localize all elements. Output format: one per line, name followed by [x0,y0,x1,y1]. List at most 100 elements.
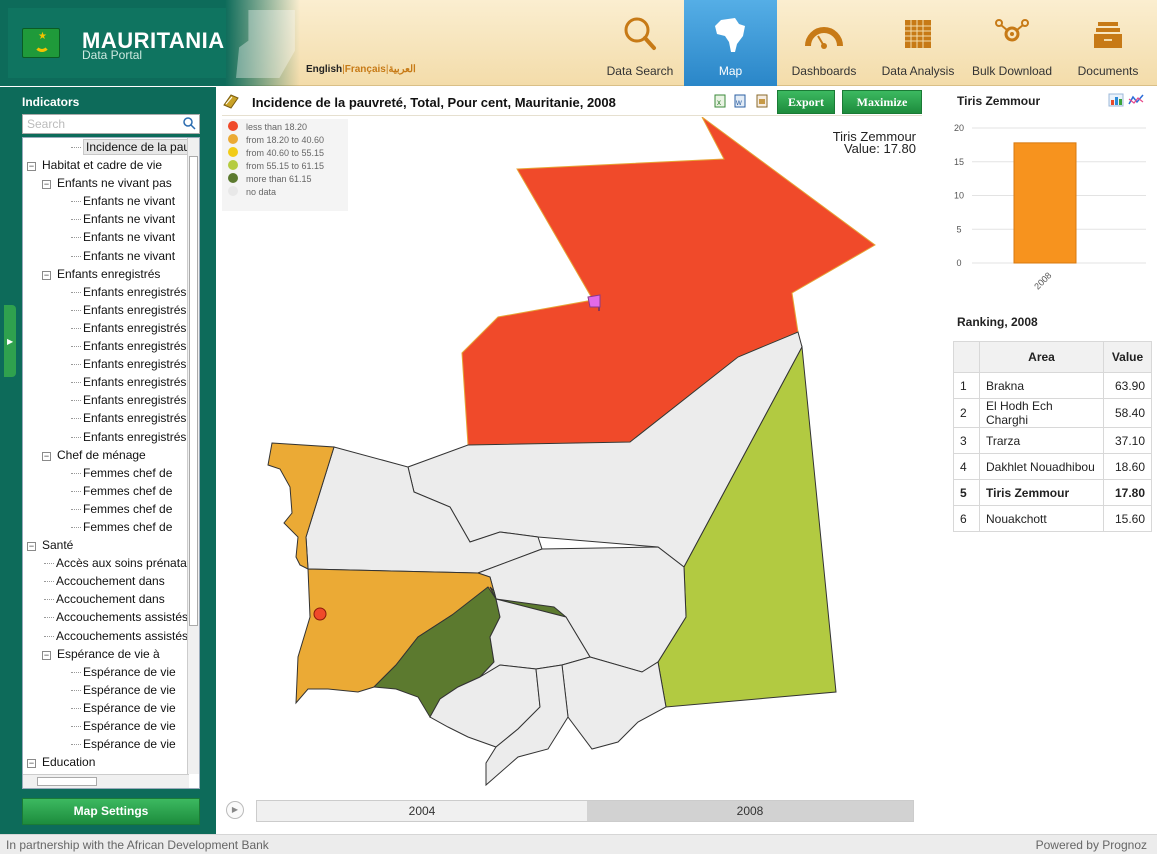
tree-item[interactable]: Accès aux soins prénatals [23,554,189,572]
ranking-row[interactable]: 6 Nouakchott 15.60 [953,505,1152,532]
ranking-row[interactable]: 3 Trarza 37.10 [953,427,1152,454]
column-header-value[interactable]: Value [1103,341,1152,373]
nav-bulk-download[interactable]: Bulk Download [965,0,1059,86]
tree-item[interactable]: − Enfants enregistrés [23,265,189,283]
play-button[interactable]: ▶ [226,801,244,819]
tree-item[interactable]: Accouchement dans [23,590,189,608]
legend-item[interactable]: from 18.20 to 40.60 [228,134,342,147]
ranking-row[interactable]: 2 El Hodh Ech Charghi 58.40 [953,398,1152,428]
tree-item[interactable]: − Espérance de vie à [23,645,189,663]
nav-documents[interactable]: Documents [1059,0,1157,86]
lang-english[interactable]: English [306,64,342,75]
tree-item-label: Incidence de la pauvreté [83,139,189,155]
search-icon[interactable] [182,116,196,130]
legend-item[interactable]: more than 61.15 [228,173,342,186]
tree-item[interactable]: Femmes chef de [23,500,189,518]
collapse-toggle-icon[interactable]: − [27,759,36,769]
tree-vertical-scrollbar[interactable] [187,138,199,774]
collapse-toggle-icon[interactable]: − [42,180,51,190]
map-canvas: less than 18.20 from 18.20 to 40.60 from 4… [218,117,922,793]
indicators-title: Indicators [22,95,80,109]
ranking-row[interactable]: 1 Brakna 63.90 [953,372,1152,399]
collapse-toggle-icon[interactable]: − [27,162,36,172]
map-settings-button[interactable]: Map Settings [22,798,200,825]
timeline-year-2008[interactable]: 2008 [587,801,913,821]
scrollbar-thumb[interactable] [37,777,97,786]
tree-item[interactable]: Femmes chef de [23,518,189,536]
sidebar-collapse-handle[interactable]: ▶ [4,305,16,377]
tree-item[interactable]: Enfants enregistrés [23,428,189,446]
tree-item[interactable]: Espérance de vie [23,717,189,735]
legend-item[interactable]: no data [228,186,342,199]
tree-item[interactable]: Enfants enregistrés [23,391,189,409]
region-nouakchott[interactable] [313,607,327,621]
collapse-toggle-icon[interactable]: − [42,270,51,280]
tree-item[interactable]: − Santé [23,536,189,554]
legend-swatch [228,160,238,170]
tree-item[interactable]: Incidence de la pauvreté [23,138,189,156]
tree-horizontal-scrollbar[interactable] [23,774,189,788]
tree-item[interactable]: Femmes chef de [23,482,189,500]
tree-item[interactable]: − Habitat et cadre de vie [23,156,189,174]
scrollbar-thumb[interactable] [189,156,198,626]
legend-swatch [228,173,238,183]
line-chart-icon[interactable] [1128,93,1144,107]
selected-region-name: Tiris Zemmour [957,94,1041,108]
tree-item[interactable]: Espérance de vie [23,735,189,753]
tree-item[interactable]: Enfants enregistrés [23,409,189,427]
tree-item[interactable]: Enfants ne vivant [23,192,189,210]
nav-dashboards[interactable]: Dashboards [777,0,871,86]
region-tiris-zemmour[interactable] [461,117,876,446]
tree-item[interactable]: Enfants ne vivant [23,247,189,265]
bar[interactable] [1013,142,1077,264]
powered-by[interactable]: Powered by Prognoz [1036,835,1147,854]
nav-data-search[interactable]: Data Search [596,0,684,86]
tree-item[interactable]: Accouchements assistés [23,627,189,645]
tree-item[interactable]: Espérance de vie [23,699,189,717]
bar-chart-icon[interactable] [1108,93,1124,107]
tree-item[interactable]: Espérance de vie [23,663,189,681]
collapse-toggle-icon[interactable]: − [27,542,36,552]
timeline-year-2004[interactable]: 2004 [257,801,587,821]
tree-connector [71,671,81,673]
search-input[interactable] [23,115,173,133]
lang-french[interactable]: Français [345,64,386,75]
tree-item[interactable]: Enfants ne vivant [23,210,189,228]
nav-map[interactable]: Map [684,0,777,86]
excel-export-icon[interactable]: x [714,94,726,108]
tree-item[interactable]: Enfants ne vivant [23,228,189,246]
column-header-rank[interactable] [953,341,980,373]
tree-item[interactable]: Enfants enregistrés [23,301,189,319]
tree-item[interactable]: Enfants enregistrés [23,337,189,355]
export-button[interactable]: Export [777,90,835,114]
tree-item[interactable]: − Chef de ménage [23,446,189,464]
tree-item[interactable]: − Education [23,753,189,771]
tree-item[interactable]: Espérance de vie [23,681,189,699]
collapse-toggle-icon[interactable]: − [42,650,51,660]
tree-connector [71,291,81,293]
ranking-row[interactable]: 5 Tiris Zemmour 17.80 [953,479,1152,506]
legend-item[interactable]: from 40.60 to 55.15 [228,147,342,160]
timeline-track[interactable]: 2004 2008 [256,800,914,822]
ranking-row[interactable]: 4 Dakhlet Nouadhibou 18.60 [953,453,1152,480]
tree-item[interactable]: Enfants enregistrés [23,355,189,373]
tree-item[interactable]: Accouchements assistés [23,608,189,626]
tree-connector [44,635,54,637]
tree-item[interactable]: Accouchement dans [23,572,189,590]
tree-item[interactable]: − Enfants ne vivant pas [23,174,189,192]
lang-arabic[interactable]: العربية [388,64,415,75]
nav-data-analysis[interactable]: Data Analysis [871,0,965,86]
column-header-area[interactable]: Area [979,341,1104,373]
tree-item[interactable]: Femmes chef de [23,464,189,482]
collapse-toggle-icon[interactable]: − [42,451,51,461]
maximize-button[interactable]: Maximize [842,90,922,114]
tree-item[interactable]: Enfants enregistrés [23,319,189,337]
pdf-export-icon[interactable] [756,94,768,108]
region-hodh-el-gharbi[interactable] [561,656,667,750]
legend-item[interactable]: from 55.15 to 61.15 [228,160,342,173]
legend-item[interactable]: less than 18.20 [228,121,342,134]
details-link[interactable]: Details [882,771,918,783]
word-export-icon[interactable]: w [734,94,746,108]
tree-item[interactable]: Enfants enregistrés [23,283,189,301]
tree-item[interactable]: Enfants enregistrés [23,373,189,391]
